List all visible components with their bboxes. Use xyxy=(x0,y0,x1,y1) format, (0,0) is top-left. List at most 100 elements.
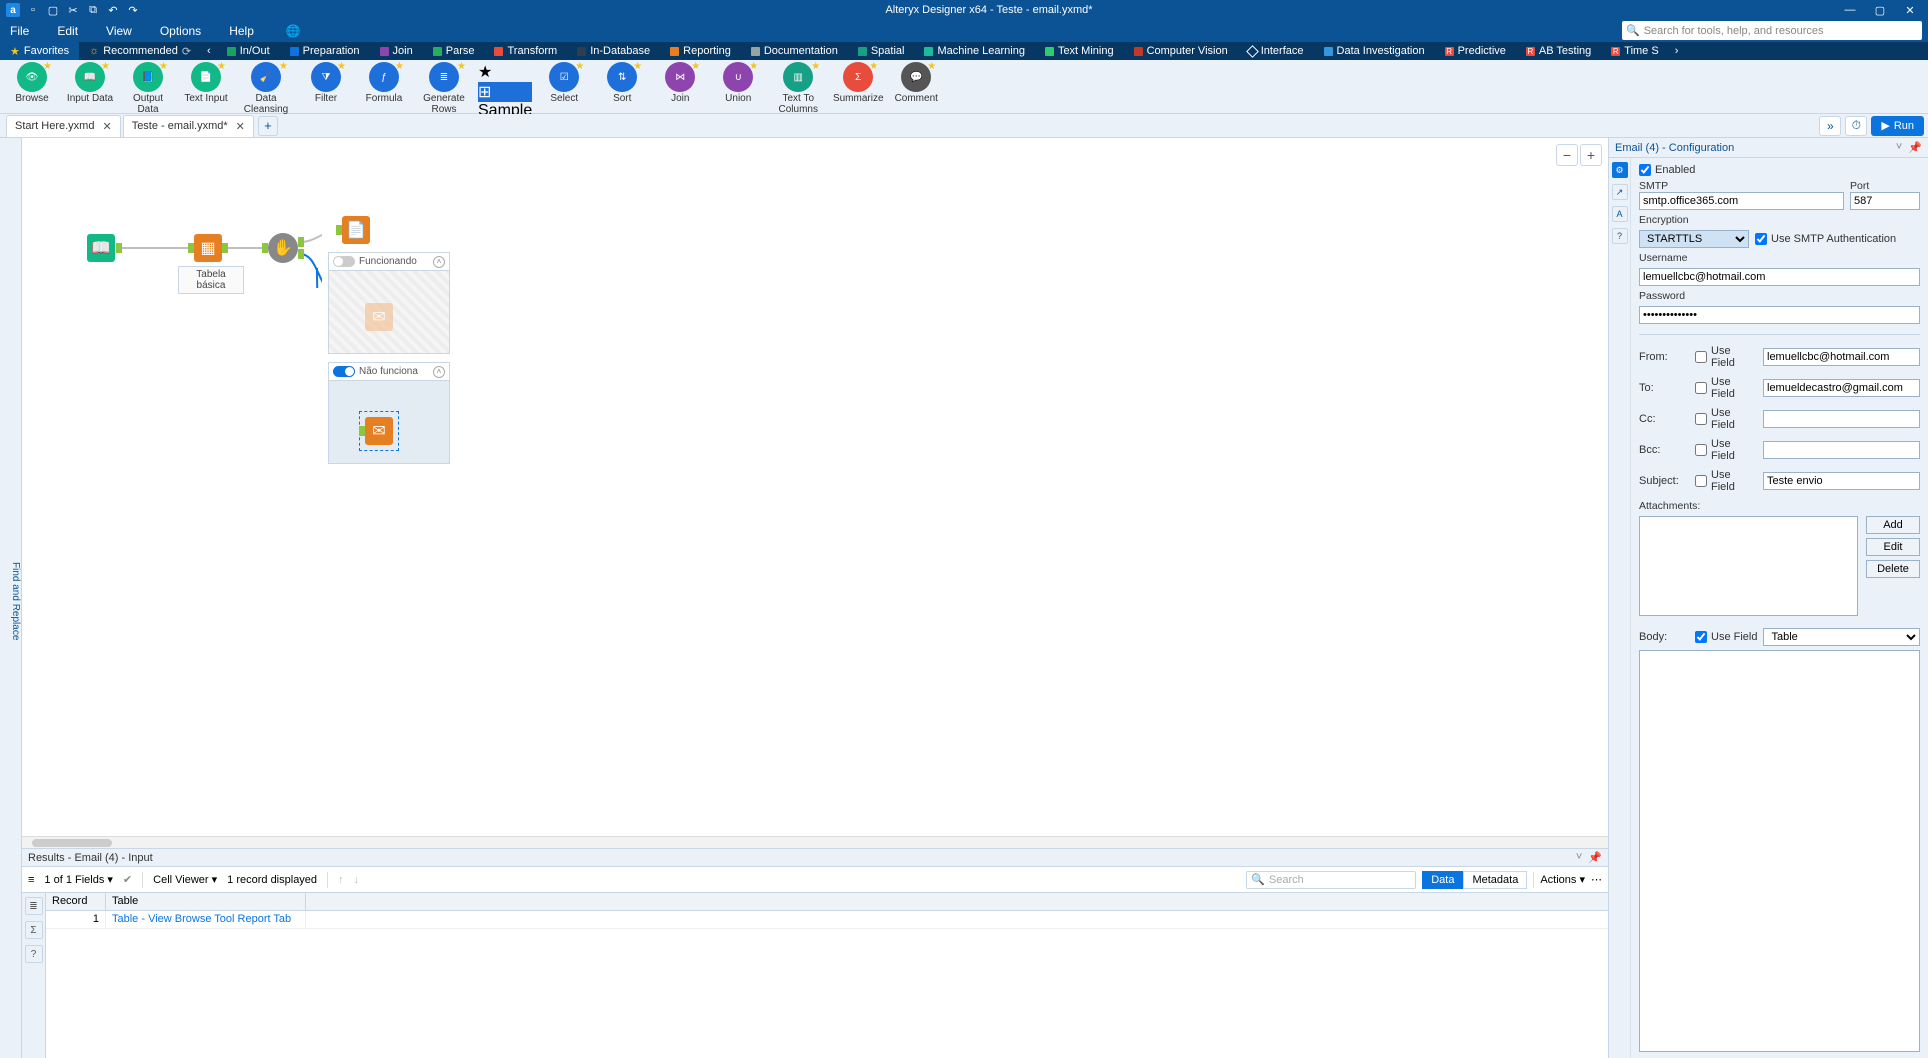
tool-sample[interactable]: ★⊞Sample xyxy=(478,62,532,120)
anchor-in[interactable] xyxy=(359,426,365,436)
node-email-selected[interactable]: ✉ xyxy=(365,417,393,445)
fields-check-icon[interactable]: ✔ xyxy=(123,873,132,886)
category-documentation[interactable]: Documentation xyxy=(741,42,848,60)
tool-output-data[interactable]: ★📘Output Data xyxy=(122,62,174,115)
add-workflow-tab-button[interactable]: + xyxy=(258,116,278,136)
category-scroll-left-icon[interactable]: ‹ xyxy=(201,45,217,57)
to-usefield-checkbox[interactable]: Use Field xyxy=(1695,376,1757,400)
category-textmining[interactable]: Text Mining xyxy=(1035,42,1124,60)
category-recommended[interactable]: ☼Recommended⟳ xyxy=(79,42,201,60)
node-report[interactable]: 📄 xyxy=(342,216,370,244)
results-collapse-icon[interactable]: ˅ xyxy=(1576,851,1582,864)
col-record[interactable]: Record xyxy=(46,893,106,910)
more-icon[interactable]: ⋯ xyxy=(1591,873,1602,886)
body-preview[interactable] xyxy=(1639,650,1920,1052)
anchor-in[interactable] xyxy=(336,225,342,235)
sort-desc-icon[interactable]: ↓ xyxy=(354,874,360,886)
tool-formula[interactable]: ★ƒFormula xyxy=(358,62,410,104)
container-enabled[interactable]: Não funciona ˄ ✉ xyxy=(328,362,450,464)
find-replace-rail[interactable]: Find and Replace xyxy=(0,138,22,1058)
container-toggle[interactable] xyxy=(333,366,355,377)
window-maximize-icon[interactable]: ▢ xyxy=(1866,0,1894,20)
enabled-checkbox[interactable]: Enabled xyxy=(1639,164,1920,176)
bcc-usefield-checkbox[interactable]: Use Field xyxy=(1695,438,1757,462)
subject-input[interactable] xyxy=(1763,472,1920,490)
node-input[interactable]: 📖 xyxy=(87,234,115,262)
results-help-icon[interactable]: ? xyxy=(25,945,43,963)
cell-table-link[interactable]: Table - View Browse Tool Report Tab xyxy=(106,911,306,928)
config-collapse-icon[interactable]: ˅ xyxy=(1896,141,1902,154)
actions-dropdown[interactable]: Actions ▾ xyxy=(1540,873,1585,886)
menu-options[interactable]: Options xyxy=(160,24,201,38)
run-button[interactable]: ▶Run xyxy=(1871,116,1924,136)
cc-input[interactable] xyxy=(1763,410,1920,428)
workflow-tab[interactable]: Teste - email.yxmd* ✕ xyxy=(123,115,254,137)
category-datainvestigation[interactable]: Data Investigation xyxy=(1314,42,1435,60)
workflow-tab[interactable]: Start Here.yxmd ✕ xyxy=(6,115,121,137)
config-pin-icon[interactable]: 📌 xyxy=(1908,141,1922,154)
workflow-canvas[interactable]: − + 📖 ▦ Tabela básica ✋ xyxy=(22,138,1608,848)
config-tab-settings-icon[interactable]: ⚙ xyxy=(1612,162,1628,178)
category-inout[interactable]: In/Out xyxy=(217,42,280,60)
window-minimize-icon[interactable]: — xyxy=(1836,0,1864,20)
category-scroll-right-icon[interactable]: › xyxy=(1669,45,1685,57)
table-row[interactable]: 1 Table - View Browse Tool Report Tab xyxy=(46,911,1608,929)
tool-comment[interactable]: ★💬Comment xyxy=(890,62,942,104)
node-email-disabled[interactable]: ✉ xyxy=(365,303,393,331)
anchor-out[interactable] xyxy=(116,243,122,253)
fields-summary[interactable]: 1 of 1 Fields ▾ xyxy=(44,873,113,886)
category-ml[interactable]: Machine Learning xyxy=(914,42,1034,60)
menu-help[interactable]: Help xyxy=(229,24,254,38)
smtp-input[interactable] xyxy=(1639,192,1844,210)
tab-data[interactable]: Data xyxy=(1422,871,1463,889)
menu-file[interactable]: File xyxy=(10,24,29,38)
results-sigma-icon[interactable]: Σ xyxy=(25,921,43,939)
category-indatabase[interactable]: In-Database xyxy=(567,42,660,60)
category-join[interactable]: Join xyxy=(370,42,423,60)
globe-icon[interactable]: 🌐 xyxy=(286,24,301,38)
username-input[interactable] xyxy=(1639,268,1920,286)
canvas-horizontal-scrollbar[interactable] xyxy=(22,836,1608,848)
from-usefield-checkbox[interactable]: Use Field xyxy=(1695,345,1757,369)
category-timeseries[interactable]: RTime S xyxy=(1601,42,1668,60)
tool-input-data[interactable]: ★📖Input Data xyxy=(64,62,116,104)
node-table[interactable]: ▦ xyxy=(194,234,222,262)
qat-undo-icon[interactable]: ↶ xyxy=(106,3,120,17)
anchor-in[interactable] xyxy=(262,243,268,253)
sort-asc-icon[interactable]: ↑ xyxy=(338,874,344,886)
results-menu-icon[interactable]: ≡ xyxy=(28,874,34,886)
tab-metadata[interactable]: Metadata xyxy=(1463,871,1527,889)
anchor-out[interactable] xyxy=(298,237,304,247)
collapse-icon[interactable]: ˄ xyxy=(433,366,445,378)
category-preparation[interactable]: Preparation xyxy=(280,42,370,60)
collapse-icon[interactable]: ˄ xyxy=(433,256,445,268)
qat-copy-icon[interactable]: ⧉ xyxy=(86,3,100,17)
tool-browse[interactable]: ★👁Browse xyxy=(6,62,58,104)
qat-redo-icon[interactable]: ↷ xyxy=(126,3,140,17)
node-detour[interactable]: ✋ xyxy=(268,233,298,263)
use-smtp-auth-checkbox[interactable]: Use SMTP Authentication xyxy=(1755,233,1896,245)
menu-view[interactable]: View xyxy=(106,24,132,38)
attachment-edit-button[interactable]: Edit xyxy=(1866,538,1920,556)
port-input[interactable] xyxy=(1850,192,1920,210)
body-field-select[interactable]: Table xyxy=(1763,628,1920,646)
qat-new-icon[interactable]: ▫ xyxy=(26,3,40,17)
tool-join[interactable]: ★⋈Join xyxy=(654,62,706,104)
category-spatial[interactable]: Spatial xyxy=(848,42,915,60)
results-search[interactable]: 🔍 Search xyxy=(1246,871,1416,889)
bcc-input[interactable] xyxy=(1763,441,1920,459)
category-reporting[interactable]: Reporting xyxy=(660,42,741,60)
tool-summarize[interactable]: ★ΣSummarize xyxy=(832,62,884,104)
zoom-in-button[interactable]: + xyxy=(1580,144,1602,166)
tool-text-to-columns[interactable]: ★▥Text To Columns xyxy=(770,62,826,115)
cc-usefield-checkbox[interactable]: Use Field xyxy=(1695,407,1757,431)
tool-text-input[interactable]: ★📄Text Input xyxy=(180,62,232,104)
to-input[interactable] xyxy=(1763,379,1920,397)
tool-union[interactable]: ★∪Union xyxy=(712,62,764,104)
category-transform[interactable]: Transform xyxy=(484,42,567,60)
cell-viewer[interactable]: Cell Viewer ▾ xyxy=(153,873,217,886)
window-close-icon[interactable]: ✕ xyxy=(1896,0,1924,20)
container-disabled[interactable]: Funcionando ˄ ✉ xyxy=(328,252,450,354)
results-rows-icon[interactable]: ≣ xyxy=(25,897,43,915)
tool-select[interactable]: ★☑Select xyxy=(538,62,590,104)
